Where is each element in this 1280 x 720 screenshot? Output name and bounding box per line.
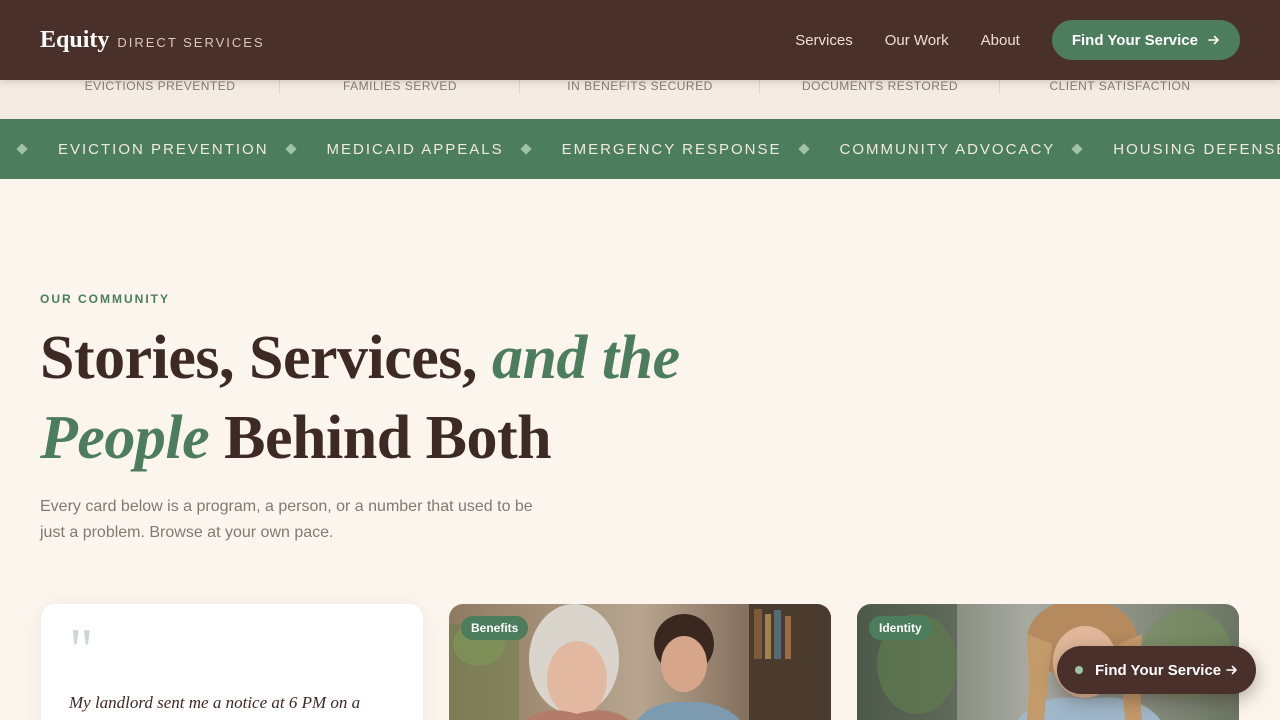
nav-link-services[interactable]: Services <box>795 32 853 49</box>
section-eyebrow: OUR COMMUNITY <box>40 292 170 306</box>
stat-satisfaction: CLIENT SATISFACTION <box>1000 80 1240 119</box>
find-your-service-button[interactable]: Find Your Service <box>1051 20 1240 60</box>
testimonial-card[interactable]: " My landlord sent me a notice at 6 PM o… <box>41 604 423 720</box>
diamond-icon <box>16 143 28 155</box>
stat-evictions: EVICTIONS PREVENTED <box>40 80 280 119</box>
floating-cta-label: Find Your Service <box>1095 661 1222 679</box>
marquee-label: HOUSING DEFENSE <box>1113 140 1280 158</box>
arrow-right-icon <box>1226 665 1237 675</box>
headline-emphasis: People <box>40 404 210 472</box>
testimonial-text: My landlord sent me a notice at 6 PM on … <box>69 693 392 720</box>
site-header: Equity DIRECT SERVICES Services Our Work… <box>0 0 1280 80</box>
diamond-icon <box>797 143 810 155</box>
marquee-item: EVICTION PREVENTION <box>0 141 269 158</box>
marquee-label: MEDICAID APPEALS <box>326 140 504 158</box>
page-headline: Stories, Services, and the People Behind… <box>40 318 740 478</box>
stat-label: CLIENT SATISFACTION <box>1049 79 1191 93</box>
nav-link-our-work[interactable]: Our Work <box>885 32 949 49</box>
diamond-icon <box>284 143 297 155</box>
marquee-item: MEDICAID APPEALS <box>269 141 504 158</box>
headline-part: Behind Both <box>209 404 552 472</box>
services-marquee: EVICTION PREVENTION MEDICAID APPEALS EME… <box>0 119 1280 179</box>
marquee-item: EMERGENCY RESPONSE <box>504 141 782 158</box>
headline-emphasis: and the <box>491 324 680 392</box>
stat-label: EVICTIONS PREVENTED <box>84 79 236 93</box>
intro-lede: Every card below is a program, a person,… <box>40 498 533 541</box>
stat-label: FAMILIES SERVED <box>343 79 457 93</box>
stats-strip: EVICTIONS PREVENTED FAMILIES SERVED IN B… <box>0 80 1280 119</box>
headline-part: Stories, Services, <box>40 324 492 392</box>
main-nav: Services Our Work About Find Your Servic… <box>763 20 1240 60</box>
cta-label: Find Your Service <box>1071 31 1198 49</box>
marquee-label: EVICTION PREVENTION <box>58 140 269 158</box>
brand-logo[interactable]: Equity DIRECT SERVICES <box>40 27 265 54</box>
marquee-item: HOUSING DEFENSE <box>1055 141 1280 158</box>
category-tag: Identity <box>869 616 932 640</box>
stat-benefits: IN BENEFITS SECURED <box>520 80 760 119</box>
benefits-story-card[interactable]: Benefits <box>449 604 831 720</box>
marquee-label: EMERGENCY RESPONSE <box>561 140 782 158</box>
brand-name: Equity <box>40 26 110 53</box>
floating-find-service-button[interactable]: Find Your Service <box>1057 646 1256 694</box>
stat-label: IN BENEFITS SECURED <box>567 79 713 93</box>
status-dot-icon <box>1075 666 1083 674</box>
marquee-label: COMMUNITY ADVOCACY <box>839 140 1056 158</box>
diamond-icon <box>1071 143 1083 155</box>
marquee-item: COMMUNITY ADVOCACY <box>782 141 1056 158</box>
stat-label: DOCUMENTS RESTORED <box>801 79 959 93</box>
stat-documents: DOCUMENTS RESTORED <box>760 80 1000 119</box>
arrow-right-icon <box>1208 35 1219 45</box>
quote-mark-icon: " <box>69 617 94 683</box>
stat-families: FAMILIES SERVED <box>280 80 520 119</box>
diamond-icon <box>519 143 532 155</box>
brand-subtitle: DIRECT SERVICES <box>117 34 265 50</box>
category-tag: Benefits <box>461 616 529 640</box>
nav-link-about[interactable]: About <box>981 32 1020 49</box>
